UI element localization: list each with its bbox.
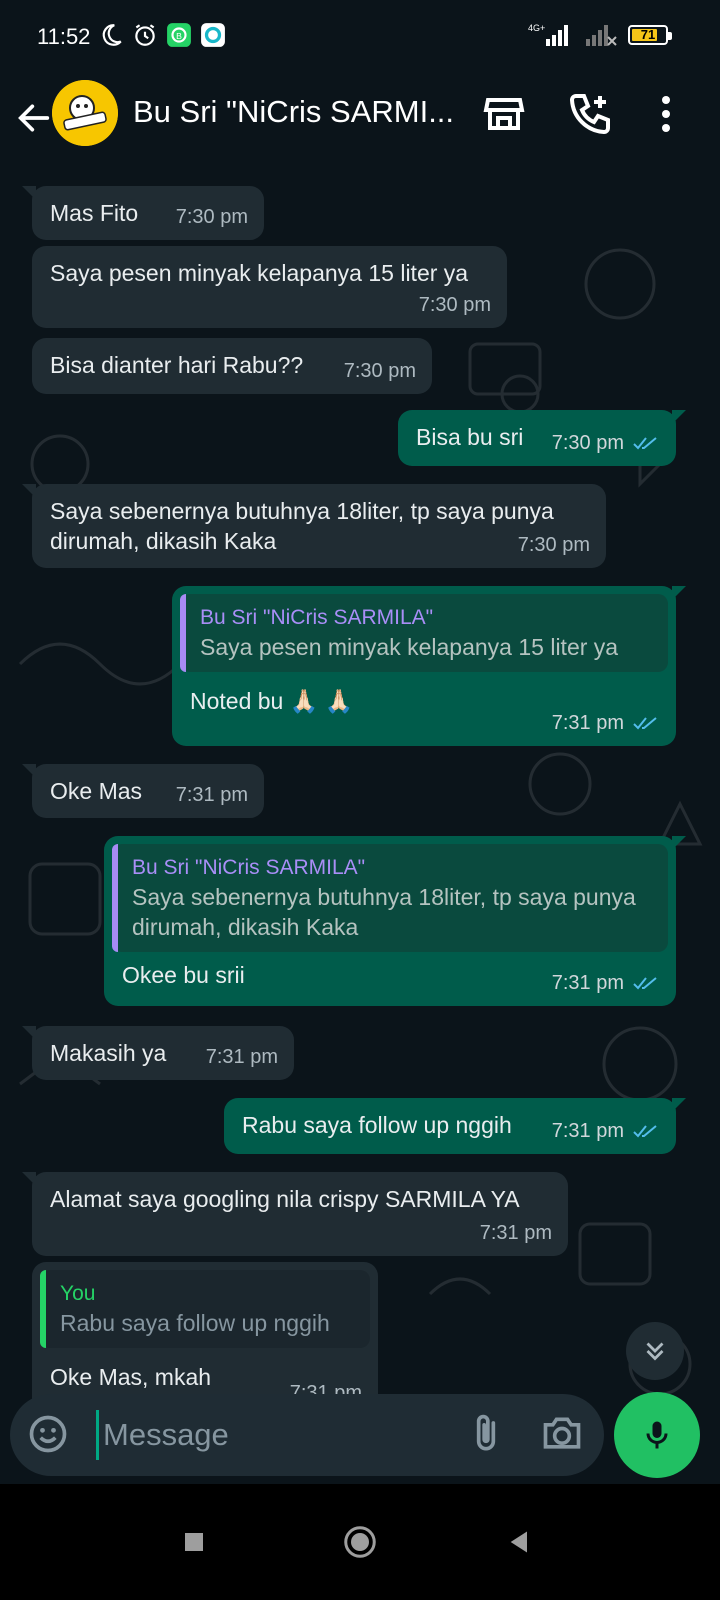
chat-area[interactable]: Mas Fito 7:30 pm Saya pesen minyak kelap… [0,164,720,1412]
recents-button[interactable] [170,1518,218,1566]
message-text: Oke Mas [50,778,143,804]
quote-author: Bu Sri "NiCris SARMILA" [200,606,434,629]
incoming-message[interactable]: Alamat saya googling nila crispy SARMILA… [22,1172,568,1256]
message-time: 7:31 pm [551,972,624,994]
home-icon [344,1526,376,1558]
read-ticks-icon [633,1125,657,1138]
incoming-message[interactable]: Mas Fito 7:30 pm [22,186,264,240]
message-text: Saya pesen minyak kelapanya 15 liter ya [50,260,469,286]
quote-text: Saya pesen minyak kelapanya 15 liter ya [200,634,619,660]
outgoing-reply-message[interactable]: Bu Sri "NiCris SARMILA" Saya pesen minya… [172,586,686,746]
incoming-message[interactable]: Oke Mas 7:31 pm [22,764,264,818]
incoming-message[interactable]: Saya sebenernya butuhnya 18liter, tp say… [22,484,606,568]
incoming-message[interactable]: Saya pesen minyak kelapanya 15 liter ya … [32,246,507,328]
quote-author: Bu Sri "NiCris SARMILA" [132,856,366,879]
message-time: 7:30 pm [551,432,624,454]
message-text: Bisa bu sri [416,424,524,450]
status-bar: 11:52 B 4G+ 71 [0,0,720,78]
message-time: 7:30 pm [418,294,491,316]
read-ticks-icon [633,717,657,730]
quoted-message[interactable]: Bu Sri "NiCris SARMILA" Saya sebenernya … [112,844,668,952]
back-triangle-icon [510,1531,527,1553]
signal-2-icon [586,25,617,46]
emoji-icon[interactable] [26,1412,70,1456]
message-time: 7:31 pm [175,784,248,806]
moon-icon [102,24,122,46]
message-text: Mas Fito [50,200,139,226]
quote-author: You [60,1282,96,1305]
message-time: 7:30 pm [343,360,416,382]
read-ticks-icon [633,977,657,990]
outgoing-message[interactable]: Rabu saya follow up nggih 7:31 pm [224,1098,686,1154]
quoted-message[interactable]: Bu Sri "NiCris SARMILA" Saya pesen minya… [180,594,668,672]
message-time: 7:31 pm [205,1046,278,1068]
battery-level: 71 [640,27,656,42]
attach-icon[interactable] [464,1412,508,1456]
avatar[interactable] [52,80,118,146]
status-right: 4G+ 71 [528,22,672,48]
message-text: Rabu saya follow up nggih [242,1112,512,1138]
outgoing-reply-message[interactable]: Bu Sri "NiCris SARMILA" Saya sebenernya … [104,836,686,1006]
message-text: Alamat saya googling nila crispy SARMILA… [50,1186,520,1212]
status-icons: B [98,22,226,48]
battery-indicator: 71 [628,25,672,45]
message-time: 7:30 pm [517,534,590,556]
quote-text: Saya sebenernya butuhnya 18liter, tp say… [132,884,636,940]
quoted-message[interactable]: You Rabu saya follow up nggih [40,1270,370,1348]
recents-icon [185,1533,203,1551]
read-ticks-icon [633,437,657,450]
message-input[interactable] [96,1410,436,1460]
alarm-icon [135,24,155,46]
voice-record-button[interactable] [614,1392,700,1478]
home-button[interactable] [336,1518,384,1566]
svg-text:4G+: 4G+ [528,23,545,33]
status-time: 11:52 [37,24,91,49]
incoming-message[interactable]: Makasih ya 7:31 pm [22,1026,294,1080]
incoming-reply-message[interactable]: You Rabu saya follow up nggih Oke Mas, m… [32,1262,378,1412]
microphone-icon [646,1421,668,1449]
app-icon [201,23,225,47]
svg-text:B: B [176,31,182,41]
signal-icon: 4G+ [528,23,568,46]
system-navigation-bar [0,1484,720,1600]
add-call-icon[interactable] [566,90,614,138]
whatsapp-business-icon: B [167,23,191,47]
back-button[interactable] [496,1518,544,1566]
quote-text: Rabu saya follow up nggih [60,1310,330,1336]
double-chevron-down-icon [646,1342,664,1361]
chat-title[interactable]: Bu Sri "NiCris SARMI... [133,94,454,130]
more-vert-icon[interactable] [642,90,690,138]
message-text: Saya sebenernya butuhnya 18liter, tp say… [50,498,554,554]
store-icon[interactable] [480,90,528,138]
avatar-logo-icon [52,80,118,146]
message-time: 7:31 pm [551,1120,624,1142]
message-composer [10,1394,604,1476]
incoming-message[interactable]: Bisa dianter hari Rabu?? 7:30 pm [32,338,432,394]
chat-header: Bu Sri "NiCris SARMI... [0,78,720,164]
camera-icon[interactable] [540,1412,584,1456]
scroll-to-bottom-button[interactable] [626,1322,684,1380]
outgoing-message[interactable]: Bisa bu sri 7:30 pm [398,410,686,466]
message-time: 7:31 pm [551,712,624,734]
message-text: Bisa dianter hari Rabu?? [50,352,304,378]
message-time: 7:31 pm [479,1222,552,1244]
message-text: Makasih ya [50,1040,167,1066]
back-arrow-icon[interactable] [14,98,54,138]
message-time: 7:30 pm [175,206,248,228]
